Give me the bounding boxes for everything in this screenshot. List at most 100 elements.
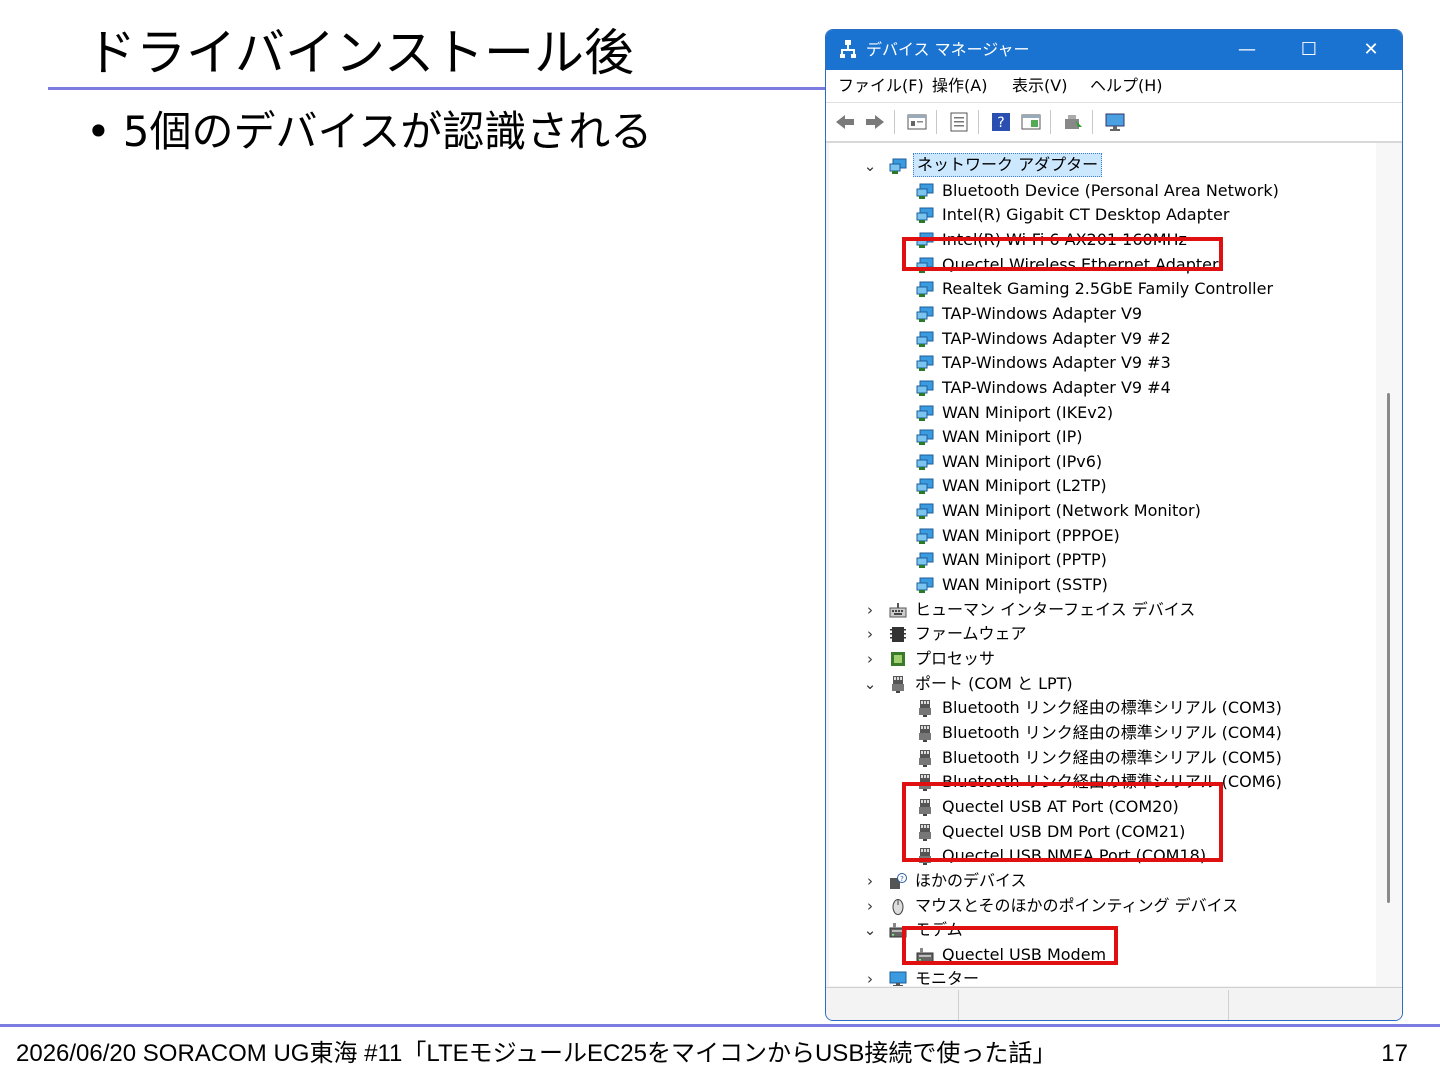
page-number: 17 [1381,1040,1408,1067]
tree-item-label: ほかのデバイス [915,870,1027,890]
tree-item-label: ネットワーク アダプター [913,153,1103,177]
port-icon [916,700,934,718]
port-icon [916,724,934,742]
tree-item-label: WAN Miniport (IPv6) [942,451,1103,471]
network-adapter-icon [916,503,934,520]
menu-bar: ファイル(F) 操作(A) 表示(V) ヘルプ(H) [826,70,1402,103]
network-adapter-icon [916,183,934,200]
forward-icon[interactable] [864,111,886,133]
tree-item-label: Bluetooth リンク経由の標準シリアル (COM4) [942,722,1282,742]
tree-item-label: Intel(R) Gigabit CT Desktop Adapter [942,205,1230,225]
processor-icon [889,651,907,668]
menu-file[interactable]: ファイル(F) [838,76,924,96]
highlight-box-ethernet-adapter [902,237,1223,271]
port-icon [916,749,934,767]
window-titlebar[interactable]: デバイス マネージャー — ☐ ✕ [826,30,1402,70]
network-adapter-icon [916,577,934,594]
tree-item-label: WAN Miniport (L2TP) [942,476,1107,496]
network-adapter-icon [889,158,907,175]
bullet-point: • 5個のデバイスが認識される [86,104,652,160]
network-adapter-icon [916,207,934,224]
tree-item-label: Realtek Gaming 2.5GbE Family Controller [942,279,1274,299]
network-adapter-icon [916,528,934,545]
device-manager-window: デバイス マネージャー — ☐ ✕ ファイル(F) 操作(A) 表示(V) ヘル… [825,29,1403,1021]
tree-item-label: WAN Miniport (IP) [942,427,1083,447]
tree-item-label: TAP-Windows Adapter V9 #3 [942,353,1171,373]
slide-footer: 2026/06/20 SORACOM UG東海 #11「LTEモジュールEC25… [16,1040,1057,1067]
chevron-right-icon[interactable]: › [863,598,877,622]
status-divider [958,990,959,1020]
tree-item-label: Bluetooth リンク経由の標準シリアル (COM3) [942,698,1282,718]
close-button[interactable]: ✕ [1340,30,1402,70]
tree-item-label: TAP-Windows Adapter V9 #4 [942,377,1171,397]
window-title: デバイス マネージャー [866,40,1030,59]
menu-action[interactable]: 操作(A) [932,76,987,96]
chevron-down-icon[interactable]: ⌄ [863,672,877,696]
tree-item-label: ポート (COM と LPT) [915,673,1073,693]
scan-hardware-icon[interactable] [1062,111,1084,133]
minimize-button[interactable]: — [1216,30,1278,70]
menu-view[interactable]: 表示(V) [1012,76,1067,96]
status-bar [826,987,1402,1020]
menu-help[interactable]: ヘルプ(H) [1090,76,1163,96]
view-icon[interactable] [1020,111,1042,133]
network-adapter-icon [916,405,934,422]
help-icon[interactable]: ? [990,111,1012,133]
back-icon[interactable] [834,111,856,133]
svg-text:?: ? [900,875,904,883]
tree-item-label: WAN Miniport (PPTP) [942,550,1107,570]
tree-item-label: モニター [915,969,980,986]
monitor-icon [889,971,907,986]
tree-item-label: マウスとそのほかのポインティング デバイス [915,895,1239,915]
highlight-box-quectel-ports [902,782,1223,862]
chevron-right-icon[interactable]: › [863,647,877,671]
keyboard-icon [889,602,907,619]
slide-title: ドライバインストール後 [86,24,634,82]
chip-icon [889,626,907,643]
svg-text:?: ? [997,115,1004,131]
toolbar-separator [1092,110,1093,134]
tree-item-label: TAP-Windows Adapter V9 [942,303,1143,323]
tree-item-label: ヒューマン インターフェイス デバイス [915,599,1196,619]
bullet-text: 5個のデバイスが認識される [122,107,653,156]
properties-icon[interactable] [906,111,928,133]
toolbar-separator [1050,110,1051,134]
tree-item-label: Bluetooth リンク経由の標準シリアル (COM5) [942,747,1282,767]
chevron-right-icon[interactable]: › [863,869,877,893]
chevron-right-icon[interactable]: › [863,894,877,918]
toolbar-separator [978,110,979,134]
network-adapter-icon [916,429,934,446]
toolbar-separator [936,110,937,134]
tree-item-label: WAN Miniport (IKEv2) [942,402,1114,422]
highlight-box-usb-modem [902,926,1118,965]
tree-item-label: WAN Miniport (PPPOE) [942,525,1120,545]
tree-item-label: ファームウェア [915,624,1027,644]
chevron-right-icon[interactable]: › [863,967,877,986]
chevron-down-icon[interactable]: ⌄ [863,918,877,942]
network-adapter-icon [916,478,934,495]
tree-item-label: TAP-Windows Adapter V9 #2 [942,328,1171,348]
scrollbar-thumb[interactable] [1387,393,1390,903]
status-divider [1228,990,1229,1020]
maximize-button[interactable]: ☐ [1278,30,1340,70]
port-icon [889,675,907,693]
footer-rule [0,1024,1440,1027]
vertical-scrollbar[interactable] [1376,143,1401,986]
network-adapter-icon [916,380,934,397]
chevron-down-icon[interactable]: ⌄ [863,154,877,178]
network-adapter-icon [916,281,934,298]
toolbar: ? [826,103,1402,143]
toolbar-separator [894,110,895,134]
update-driver-icon[interactable] [948,111,970,133]
title-underline [48,87,828,90]
chevron-right-icon[interactable]: › [863,622,877,646]
mouse-icon [889,898,907,915]
unknown-device-icon: ? [889,872,907,890]
monitor-icon[interactable] [1104,111,1126,133]
network-adapter-icon [916,331,934,348]
network-adapter-icon [916,306,934,323]
tree-item-label: Bluetooth Device (Personal Area Network) [942,180,1279,200]
tree-item-label: WAN Miniport (Network Monitor) [942,501,1201,521]
tree-item-label: WAN Miniport (SSTP) [942,575,1108,594]
network-adapter-icon [916,454,934,471]
